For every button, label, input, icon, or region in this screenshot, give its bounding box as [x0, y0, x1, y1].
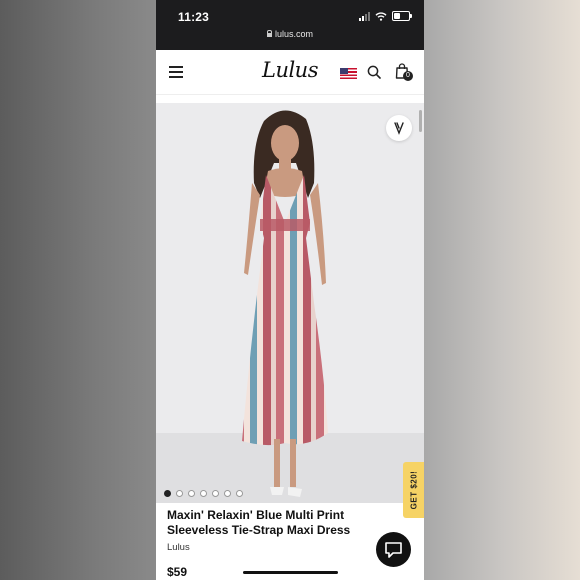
carousel-dot[interactable]	[188, 490, 195, 497]
address-bar[interactable]: lulus.com	[156, 29, 424, 39]
status-bar: 11:23 lulus.com	[156, 0, 424, 50]
product-price: $59	[167, 565, 188, 579]
product-photo	[156, 103, 424, 503]
wifi-icon	[375, 11, 387, 21]
cart-count-badge: 0	[403, 71, 413, 81]
brand-name[interactable]: Lulus	[167, 542, 190, 553]
carousel-dots	[164, 490, 243, 497]
home-indicator[interactable]	[243, 571, 338, 574]
status-time: 11:23	[178, 10, 210, 24]
carousel-dot[interactable]	[224, 490, 231, 497]
get-20-promo-tab[interactable]: GET $20!	[403, 462, 424, 518]
product-title: Maxin' Relaxin' Blue Multi Print Sleevel…	[167, 508, 351, 537]
search-icon[interactable]	[367, 65, 381, 79]
site-logo[interactable]: Lulus	[262, 58, 319, 82]
site-header: Lulus 0	[156, 50, 424, 95]
promo-label: GET $20!	[409, 470, 418, 510]
background-left	[0, 0, 156, 580]
carousel-dot[interactable]	[236, 490, 243, 497]
carousel-dot[interactable]	[212, 490, 219, 497]
chat-icon	[385, 542, 402, 558]
carousel-dot[interactable]	[176, 490, 183, 497]
shopping-bag-icon[interactable]: 0	[395, 63, 413, 81]
chat-button[interactable]	[376, 532, 411, 567]
lock-icon	[266, 30, 273, 37]
status-icons	[359, 11, 412, 21]
wishlist-button[interactable]	[386, 115, 412, 141]
cellular-signal-icon	[359, 11, 370, 21]
hamburger-menu-icon[interactable]	[169, 66, 183, 78]
url-text[interactable]: lulus.com	[275, 29, 313, 39]
background-right	[424, 0, 580, 580]
phone-screen: 11:23 lulus.com Lulus 0 GET $20! Maxin' …	[156, 0, 424, 580]
product-image-carousel[interactable]	[156, 103, 424, 503]
us-flag-icon[interactable]	[340, 68, 357, 79]
carousel-dot[interactable]	[200, 490, 207, 497]
battery-icon	[392, 11, 412, 21]
page-scrollbar[interactable]	[419, 110, 422, 132]
carousel-dot[interactable]	[164, 490, 171, 497]
heart-v-icon	[394, 122, 404, 135]
